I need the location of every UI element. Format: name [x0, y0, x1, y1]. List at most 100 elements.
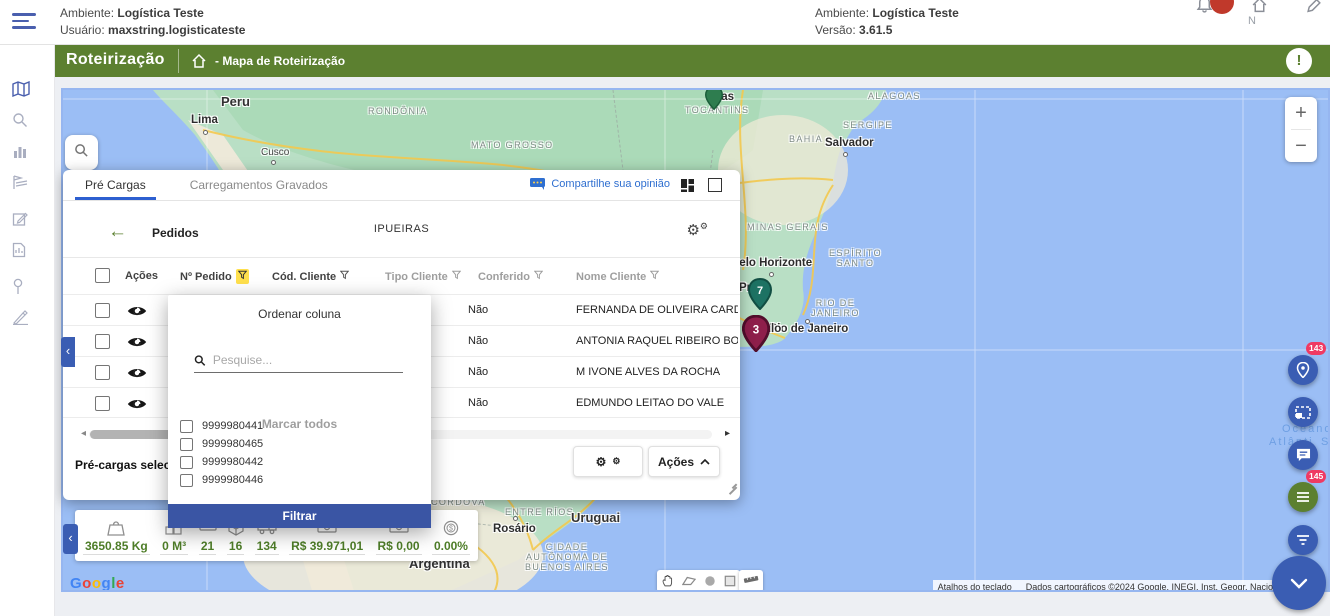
view-row-icon[interactable] [127, 397, 147, 411]
view-row-icon[interactable] [127, 366, 147, 380]
select-all-checkbox[interactable] [95, 268, 110, 283]
user-initial-label[interactable]: N [1248, 15, 1256, 27]
chat-fab[interactable] [1288, 440, 1318, 470]
breadcrumb-home-icon[interactable] [191, 53, 207, 69]
column-filter-popup: Ordenar coluna Marcar todos 9999980441 9… [168, 295, 431, 528]
markers-fab[interactable] [1288, 355, 1318, 385]
filter-funnel-icon[interactable] [340, 270, 349, 280]
svg-text:$: $ [449, 526, 453, 533]
zoom-in-button[interactable]: + [1285, 97, 1317, 129]
selected-precargas-label: Pré-cargas selecio [75, 458, 181, 472]
coin-icon: $ [443, 520, 459, 538]
sidebar-item-analytics[interactable] [12, 143, 30, 161]
column-conferido[interactable]: Conferido [478, 270, 543, 283]
view-row-icon[interactable] [127, 335, 147, 349]
column-cod-cliente[interactable]: Cód. Cliente [272, 270, 349, 283]
conferido-cell: Não [468, 366, 488, 378]
scroll-left-arrow[interactable]: ◂ [81, 428, 86, 439]
dashed-rectangle-icon [1295, 406, 1311, 419]
stats-collapse-button[interactable]: ‹ [63, 524, 78, 554]
footer-settings-button[interactable]: ⚙⚙ [573, 446, 643, 477]
filter-search-row [194, 353, 403, 373]
tab-pre-cargas[interactable]: Pré Cargas [63, 170, 168, 200]
map-label-salvador: Salvador [825, 137, 874, 149]
filter-funnel-icon[interactable] [534, 270, 543, 280]
maximize-icon[interactable] [708, 178, 722, 192]
filter-search-input[interactable] [213, 353, 403, 367]
expand-panel-fab[interactable] [1272, 556, 1326, 610]
map-marker-cluster-3[interactable]: 3 [742, 315, 770, 357]
zoom-out-button[interactable]: − [1285, 130, 1317, 162]
polygon-tool-icon[interactable] [682, 575, 696, 587]
map-label-lima: Lima [191, 114, 218, 126]
panel-subheader: ← Pedidos IPUEIRAS ⚙⚙ [63, 201, 740, 258]
selected-city-label: IPUEIRAS [63, 223, 740, 235]
alerts-button[interactable]: ! [1286, 48, 1312, 74]
map-label-rondonia: RONDÔNIA [368, 106, 428, 116]
map-dot-rio [805, 319, 810, 324]
map-marker-cluster-7[interactable]: 7 [748, 278, 772, 315]
filter-option[interactable]: 9999980442 [180, 453, 263, 471]
column-tipo-cliente[interactable]: Tipo Cliente [385, 270, 461, 283]
apply-filter-button[interactable]: Filtrar [168, 504, 431, 528]
option-checkbox[interactable] [180, 474, 193, 487]
column-n-pedido[interactable]: Nº Pedido [180, 269, 249, 284]
filter-fab[interactable] [1288, 525, 1318, 555]
map-marker-green[interactable] [704, 88, 724, 115]
chevron-up-icon [700, 459, 710, 465]
filter-funnel-icon[interactable] [650, 270, 659, 280]
column-nome-cliente[interactable]: Nome Cliente [576, 270, 659, 283]
stat-percent: $ 0.00% [432, 520, 470, 555]
filter-funnel-icon [1296, 534, 1310, 546]
acoes-button[interactable]: Ações [648, 446, 720, 477]
menu-toggle-button[interactable] [12, 13, 38, 32]
map-label-rio-state: RIO DE JANEIRO [811, 298, 860, 318]
area-select-fab[interactable] [1288, 397, 1318, 427]
svg-text:3: 3 [753, 325, 759, 337]
sidebar-item-tools[interactable] [12, 309, 30, 327]
edit-icon[interactable] [1306, 0, 1323, 14]
view-row-icon[interactable] [127, 304, 147, 318]
layout-grid-icon[interactable] [680, 178, 695, 193]
panel-resize-handle[interactable] [727, 477, 737, 487]
filter-option[interactable]: 9999980465 [180, 435, 263, 453]
scroll-right-arrow[interactable]: ▸ [725, 428, 730, 439]
row-checkbox[interactable] [95, 365, 110, 380]
toolbar-divider [178, 49, 179, 73]
conferido-cell: Não [468, 335, 488, 347]
rectangle-tool-icon[interactable] [724, 575, 736, 587]
sidebar-item-edit[interactable] [12, 211, 30, 229]
nome-cliente-cell: EDMUNDO LEITAO DO VALE [576, 397, 738, 409]
filter-funnel-icon[interactable] [452, 270, 461, 280]
map-search-button[interactable] [65, 135, 98, 170]
sidebar-item-map[interactable] [12, 81, 30, 99]
keyboard-shortcuts-link[interactable]: Atalhos do teclado [938, 582, 1012, 592]
option-checkbox[interactable] [180, 438, 193, 451]
sidebar-item-reports[interactable] [12, 242, 30, 260]
option-checkbox[interactable] [180, 420, 193, 433]
home-icon[interactable] [1251, 0, 1268, 14]
filter-options-list: 9999980441 9999980465 9999980442 9999980… [180, 417, 263, 489]
pin-icon [12, 278, 24, 295]
table-settings-button[interactable]: ⚙⚙ [686, 221, 708, 239]
measure-tool-button[interactable] [739, 570, 763, 592]
filter-funnel-icon-active[interactable] [236, 269, 249, 284]
edit-square-icon [12, 211, 28, 227]
option-checkbox[interactable] [180, 456, 193, 469]
tab-carregamentos-gravados[interactable]: Carregamentos Gravados [168, 170, 350, 200]
filter-option[interactable]: 9999980446 [180, 471, 263, 489]
panel-collapse-button[interactable]: ‹ [61, 337, 75, 367]
list-fab[interactable] [1288, 482, 1318, 512]
sidebar-item-milestones[interactable] [12, 174, 30, 192]
pan-hand-icon[interactable] [661, 574, 674, 588]
bell-icon[interactable] [1196, 0, 1213, 14]
feedback-link[interactable]: Compartilhe sua opinião [529, 177, 670, 190]
filter-option[interactable]: 9999980441 [180, 417, 263, 435]
row-checkbox[interactable] [95, 334, 110, 349]
sidebar-item-locations[interactable] [12, 278, 30, 296]
row-checkbox[interactable] [95, 396, 110, 411]
circle-tool-icon[interactable] [704, 575, 716, 587]
sidebar-item-search[interactable] [12, 112, 30, 130]
row-checkbox[interactable] [95, 303, 110, 318]
map-icon [12, 81, 30, 97]
